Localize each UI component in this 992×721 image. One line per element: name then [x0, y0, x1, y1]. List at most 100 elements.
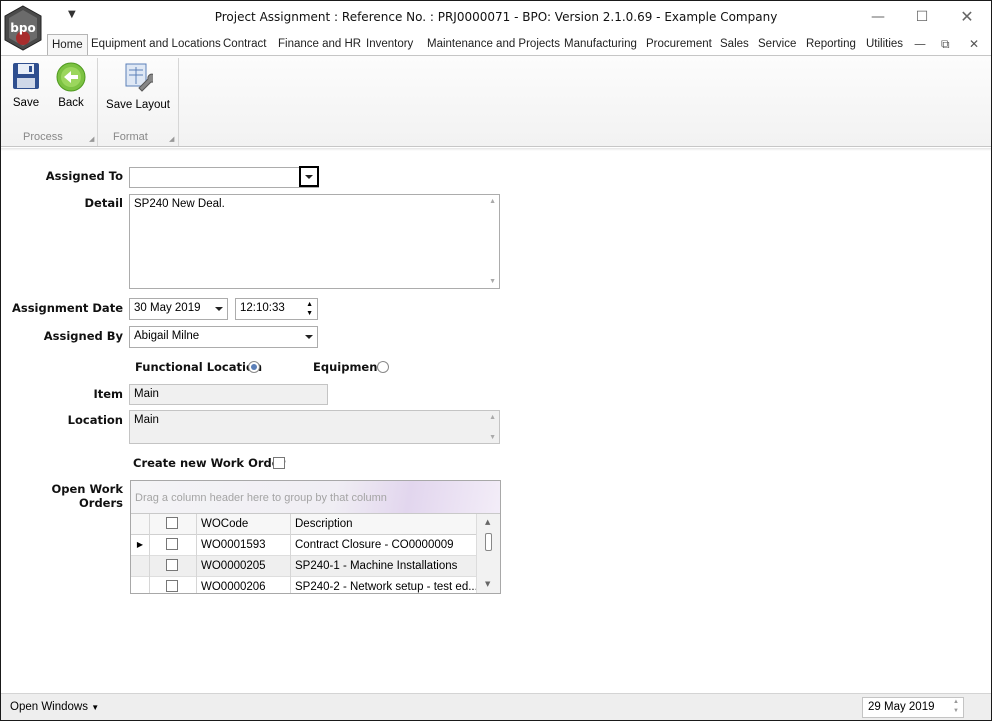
scroll-up-icon[interactable]: ▲ — [489, 414, 496, 421]
assignment-date-value: 30 May 2019 — [134, 302, 201, 314]
save-button[interactable]: Save — [10, 62, 42, 109]
ribbon-shadow — [1, 148, 991, 151]
tab-inventory[interactable]: Inventory — [366, 34, 413, 55]
item-value: Main — [134, 388, 159, 400]
window-title: Project Assignment : Reference No. : PRJ… — [214, 10, 778, 24]
ribbon-group-divider — [178, 58, 179, 146]
select-all-checkbox[interactable] — [166, 517, 178, 529]
chevron-down-icon[interactable] — [305, 335, 313, 339]
tab-maintenance-and-projects[interactable]: Maintenance and Projects — [427, 34, 560, 55]
wocode-cell: WO0001593 — [197, 535, 291, 556]
row-checkbox[interactable] — [166, 559, 178, 571]
detail-label: Detail — [84, 196, 124, 210]
grid-vertical-scrollbar[interactable]: ▲ ▼ — [476, 514, 500, 593]
tab-reporting[interactable]: Reporting — [806, 34, 856, 55]
open-windows-label: Open Windows — [10, 701, 88, 713]
save-layout-label: Save Layout — [106, 99, 170, 111]
scroll-down-icon[interactable]: ▼ — [485, 580, 490, 588]
detail-textarea[interactable]: SP240 New Deal. ▲ ▼ — [129, 194, 500, 289]
item-field[interactable]: Main — [129, 384, 328, 405]
location-value: Main — [134, 414, 159, 426]
tab-procurement[interactable]: Procurement — [646, 34, 712, 55]
assigned-by-value: Abigail Milne — [134, 330, 200, 342]
wocode-cell: WO0000206 — [197, 577, 291, 593]
group-launcher-icon[interactable]: ◢ — [169, 135, 174, 143]
status-date-spinner[interactable]: 29 May 2019 ▲ ▼ — [862, 697, 964, 718]
group-panel-hint: Drag a column header here to group by th… — [135, 492, 387, 504]
title-bar: bpo ▼ Project Assignment : Reference No.… — [1, 1, 991, 51]
location-field[interactable]: Main ▲ ▼ — [129, 410, 500, 444]
scroll-down-icon[interactable]: ▼ — [489, 278, 496, 285]
mdi-minimize-icon[interactable]: — — [914, 37, 926, 51]
table-row[interactable]: ▶ WO0001593 Contract Closure - CO0000009 — [131, 535, 476, 556]
spin-down-icon[interactable]: ▼ — [953, 708, 959, 714]
create-work-order-checkbox[interactable] — [273, 457, 285, 469]
group-launcher-icon[interactable]: ◢ — [89, 135, 94, 143]
mdi-restore-icon[interactable]: ⧉ — [941, 37, 950, 52]
save-layout-button[interactable]: Save Layout — [105, 62, 171, 111]
ribbon-tabs: Home Equipment and Locations Contract Fi… — [1, 34, 991, 55]
row-checkbox[interactable] — [166, 580, 178, 592]
tab-manufacturing[interactable]: Manufacturing — [564, 34, 637, 55]
ribbon-panel: Save Back Save Layout Process ◢ Format ◢ — [1, 55, 991, 147]
status-date-value: 29 May 2019 — [868, 701, 935, 713]
select-all-header — [150, 514, 197, 535]
spin-up-icon[interactable]: ▲ — [953, 699, 959, 705]
functional-location-label: Functional Location — [135, 360, 263, 374]
tab-equipment-and-locations[interactable]: Equipment and Locations — [91, 34, 221, 55]
assignment-time-spinner[interactable]: 12:10:33 ▲ ▼ — [235, 298, 318, 320]
floppy-disk-icon — [13, 63, 39, 89]
assigned-by-label: Assigned By — [43, 329, 123, 343]
assigned-by-combo[interactable]: Abigail Milne — [129, 326, 318, 348]
wocode-column-header[interactable]: WOCode — [197, 514, 291, 535]
assignment-date-picker[interactable]: 30 May 2019 — [129, 298, 228, 320]
back-arrow-icon — [56, 62, 86, 92]
open-windows-button[interactable]: Open Windows ▼ — [10, 701, 99, 713]
functional-location-radio[interactable] — [248, 361, 260, 373]
row-indicator-icon: ▶ — [131, 535, 150, 556]
tab-home[interactable]: Home — [47, 34, 88, 55]
spin-up-icon[interactable]: ▲ — [306, 300, 313, 309]
description-column-header[interactable]: Description — [291, 514, 476, 535]
mdi-close-icon[interactable]: ✕ — [969, 37, 979, 51]
application-window: bpo ▼ Project Assignment : Reference No.… — [0, 0, 992, 721]
chevron-down-icon — [305, 175, 313, 179]
table-row[interactable]: WO0000205 SP240-1 - Machine Installation… — [131, 556, 476, 577]
bpo-logo[interactable]: bpo — [3, 5, 43, 51]
item-label: Item — [93, 387, 123, 401]
scroll-down-icon[interactable]: ▼ — [489, 434, 496, 441]
back-button[interactable]: Back — [55, 62, 87, 109]
tab-utilities[interactable]: Utilities — [866, 34, 903, 55]
tab-service[interactable]: Service — [758, 34, 796, 55]
close-icon[interactable]: ✕ — [952, 7, 982, 27]
group-label-format: Format — [113, 131, 148, 143]
save-label: Save — [12, 97, 40, 109]
location-label: Location — [67, 413, 123, 427]
equipment-radio[interactable] — [377, 361, 389, 373]
create-work-order-label: Create new Work Order — [133, 456, 286, 470]
tab-finance-and-hr[interactable]: Finance and HR — [278, 34, 361, 55]
row-select-cell — [150, 556, 197, 577]
back-label: Back — [58, 97, 84, 109]
assigned-to-dropdown-button[interactable] — [299, 166, 319, 187]
spin-down-icon[interactable]: ▼ — [306, 309, 313, 318]
tab-sales[interactable]: Sales — [720, 34, 749, 55]
group-by-panel[interactable]: Drag a column header here to group by th… — [131, 481, 500, 514]
scroll-up-icon[interactable]: ▲ — [485, 518, 490, 526]
row-indicator-header — [131, 514, 150, 535]
scroll-up-icon[interactable]: ▲ — [489, 198, 496, 205]
minimize-icon[interactable]: — — [863, 7, 893, 27]
maximize-icon[interactable]: ☐ — [907, 7, 937, 27]
scrollbar-thumb[interactable] — [485, 533, 492, 551]
row-checkbox[interactable] — [166, 538, 178, 550]
wocode-cell: WO0000205 — [197, 556, 291, 577]
layout-wrench-icon — [125, 63, 157, 92]
detail-value: SP240 New Deal. — [134, 198, 225, 210]
chevron-down-icon: ▼ — [91, 703, 100, 712]
assignment-time-value: 12:10:33 — [240, 302, 285, 314]
tab-contract[interactable]: Contract — [223, 34, 266, 55]
table-row[interactable]: WO0000206 SP240-2 - Network setup - test… — [131, 577, 476, 593]
chevron-down-icon[interactable] — [215, 307, 223, 311]
row-select-cell — [150, 577, 197, 593]
assigned-to-combo[interactable] — [129, 167, 319, 188]
